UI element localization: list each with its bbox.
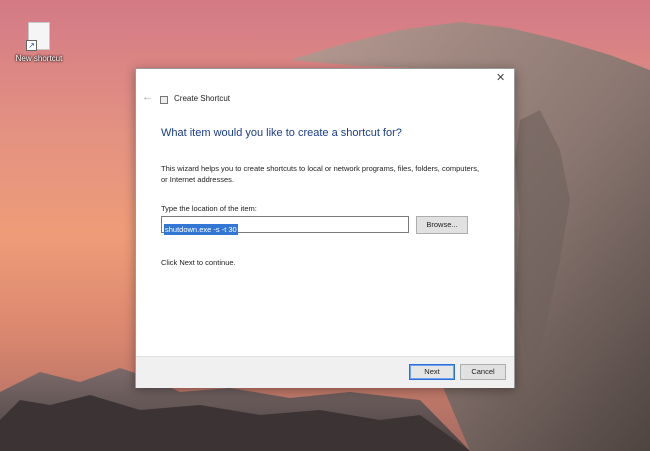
create-shortcut-dialog: ← Create Shortcut ✕ What item would you …	[135, 68, 515, 388]
continue-instruction: Click Next to continue.	[161, 258, 236, 267]
back-arrow-icon[interactable]: ←	[142, 91, 153, 103]
location-input[interactable]: shutdown.exe -s -t 30	[161, 216, 409, 235]
shortcut-arrow-icon: ↗	[26, 40, 37, 51]
wizard-heading: What item would you like to create a sho…	[161, 127, 402, 139]
shortcut-icon	[160, 96, 168, 104]
dialog-footer: Next Cancel	[136, 356, 514, 388]
location-input-value: shutdown.exe -s -t 30	[164, 224, 238, 235]
dialog-title: Create Shortcut	[174, 94, 231, 103]
desktop-new-shortcut[interactable]: ↗ New shortcut	[10, 22, 68, 63]
browse-button[interactable]: Browse...	[416, 216, 468, 234]
next-button[interactable]: Next	[409, 364, 455, 380]
wizard-description: This wizard helps you to create shortcut…	[161, 164, 480, 184]
cancel-button[interactable]: Cancel	[460, 364, 506, 380]
close-icon[interactable]: ✕	[496, 72, 505, 84]
location-label: Type the location of the item:	[161, 204, 257, 213]
title-bar: ← Create Shortcut ✕	[136, 69, 514, 109]
desktop-shortcut-label: New shortcut	[15, 54, 63, 63]
file-icon: ↗	[26, 22, 50, 51]
